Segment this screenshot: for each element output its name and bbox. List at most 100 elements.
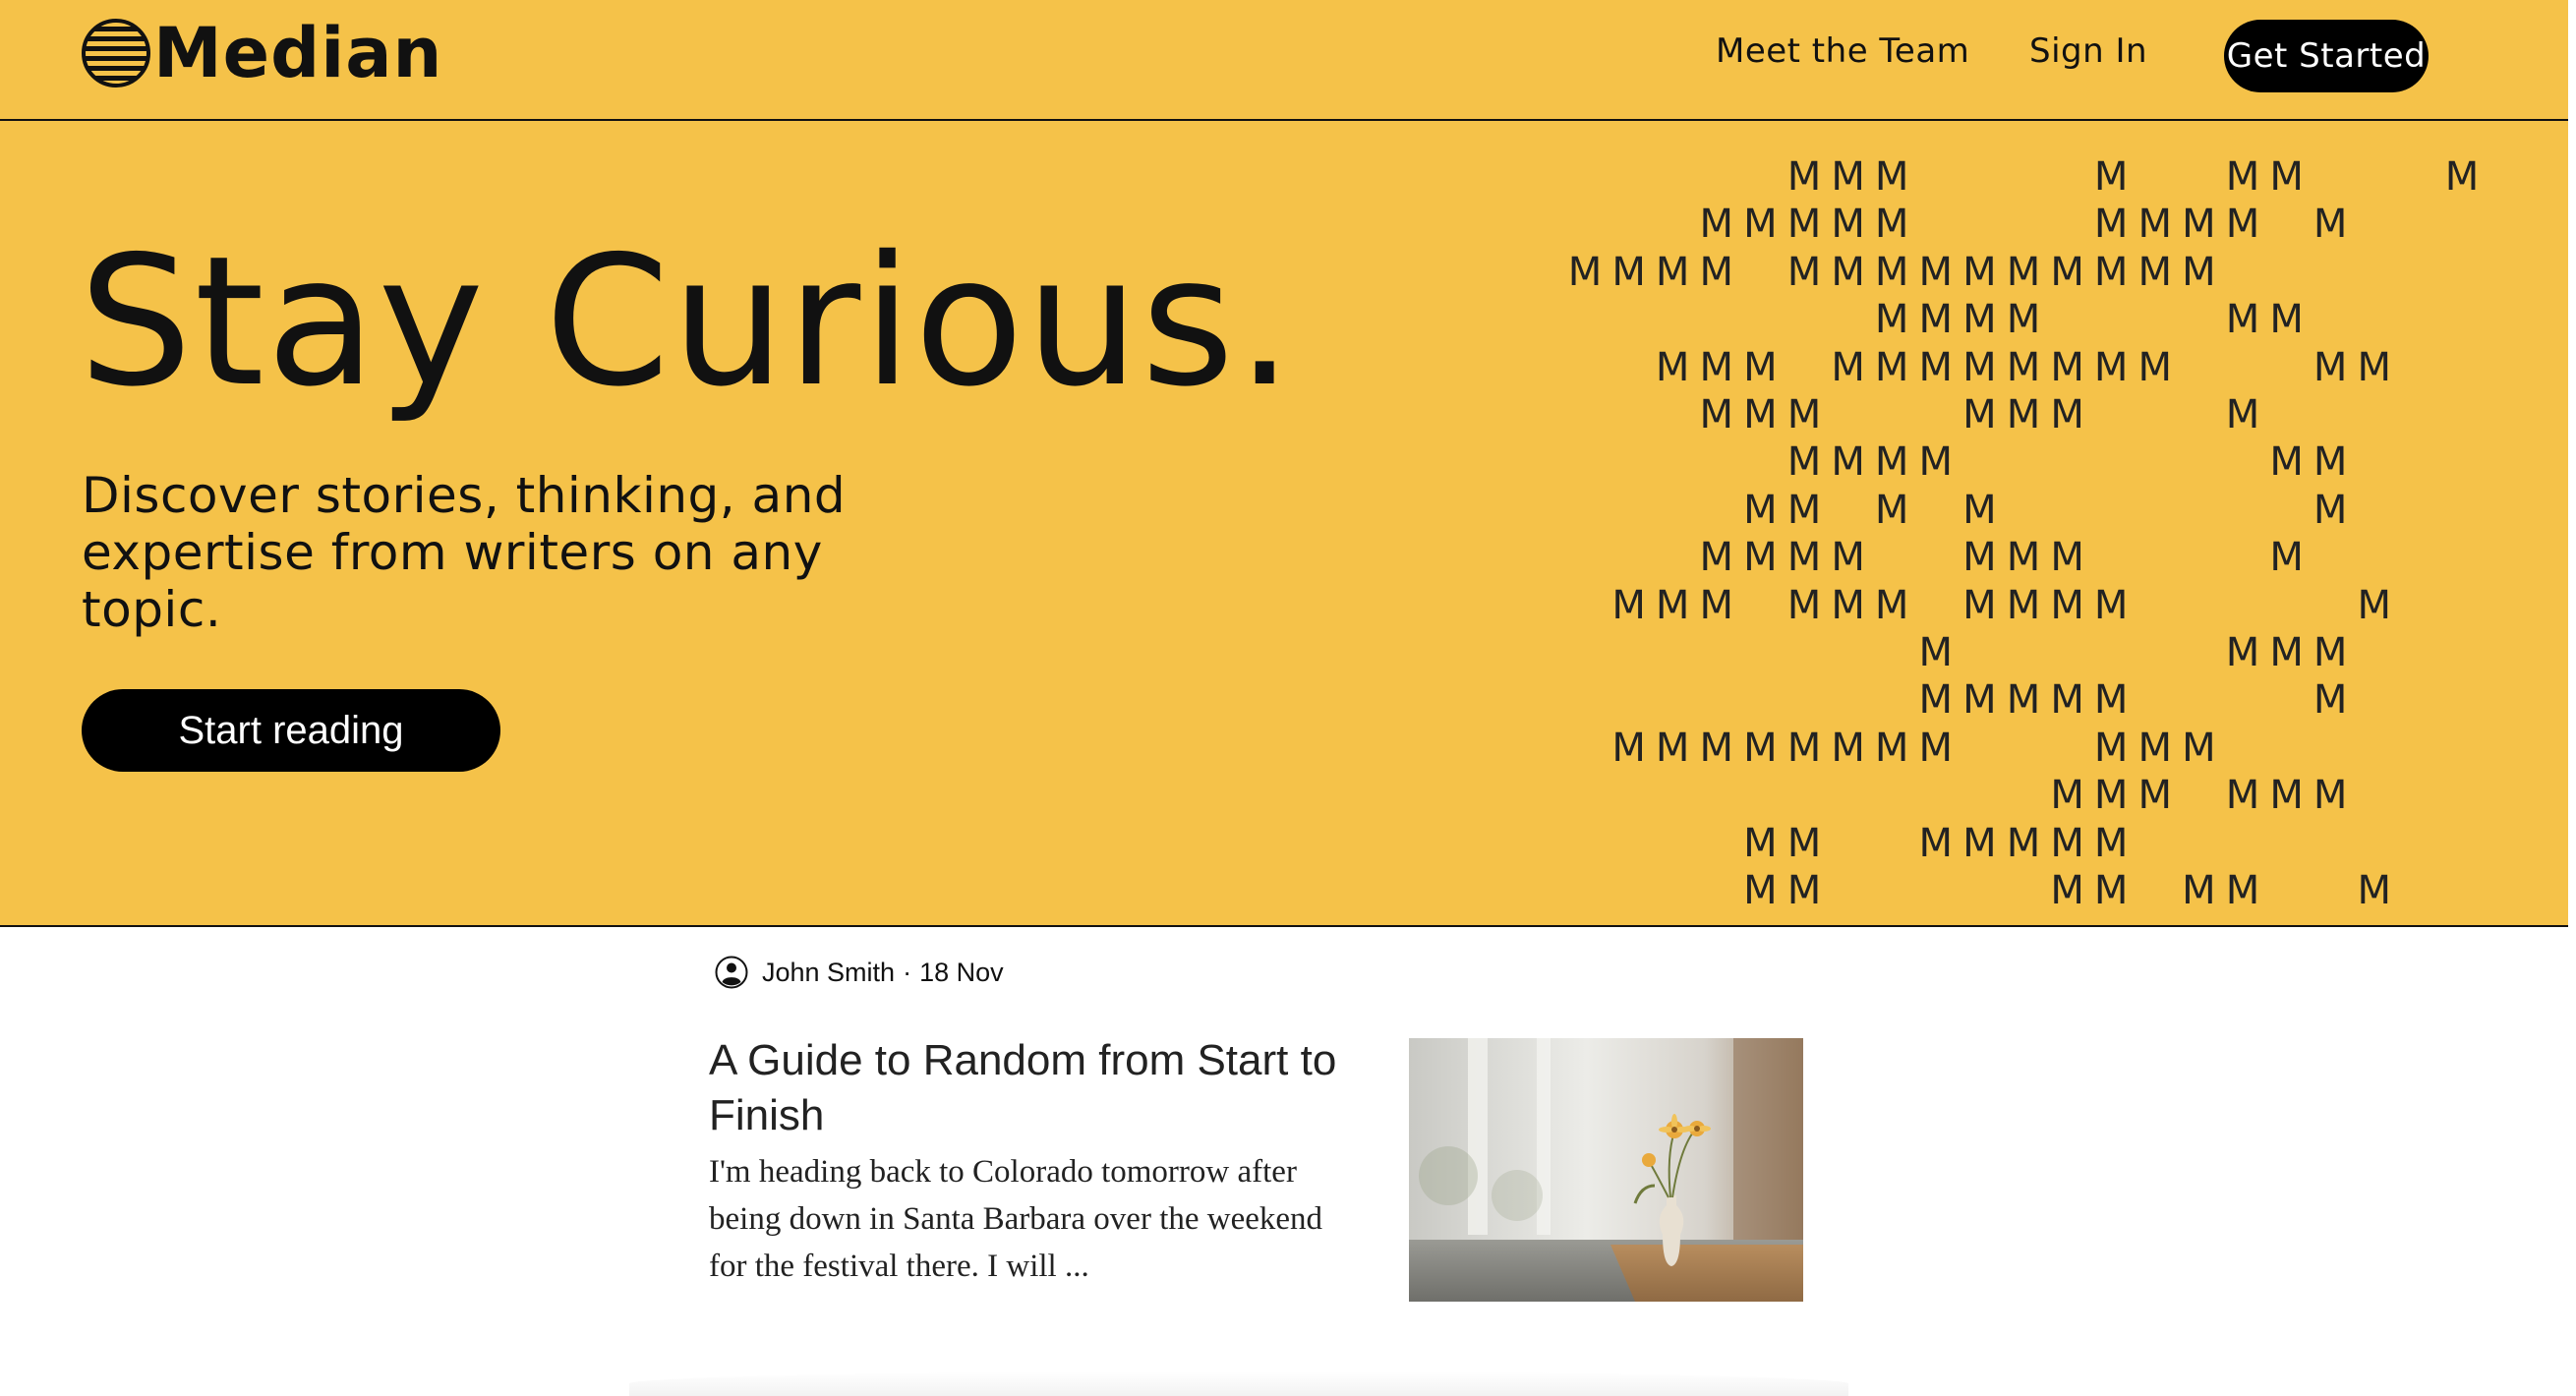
- pattern-letter: M: [1962, 392, 1997, 437]
- pattern-letter: M: [2313, 487, 2348, 533]
- pattern-letter: M: [1962, 820, 1997, 866]
- pattern-letter: M: [2093, 582, 2129, 628]
- pattern-letter: M: [2050, 773, 2084, 819]
- pattern-letter: M: [1786, 487, 1822, 533]
- pattern-letter: M: [2225, 392, 2260, 437]
- pattern-letter: M: [2269, 773, 2304, 819]
- brand-name: Median: [153, 13, 443, 93]
- pattern-letter: M: [2313, 630, 2348, 675]
- pattern-letter: M: [2269, 439, 2304, 486]
- pattern-letter: M: [1655, 344, 1690, 390]
- pattern-letter: M: [1874, 297, 1909, 343]
- pattern-letter: M: [1962, 249, 1997, 295]
- pattern-letter: M: [1786, 535, 1822, 581]
- article-excerpt: I'm heading back to Colorado tomorrow af…: [709, 1154, 1323, 1284]
- pattern-letter: M: [2313, 439, 2348, 486]
- article-author-row: John Smith · 18 Nov: [715, 956, 1004, 989]
- striped-globe-icon: [82, 19, 150, 87]
- article-author[interactable]: John Smith: [762, 958, 895, 988]
- pattern-letter: M: [2313, 773, 2348, 819]
- pattern-letter: M: [1699, 344, 1734, 390]
- article-thumbnail[interactable]: [1409, 1038, 1803, 1302]
- pattern-letter: M: [2225, 297, 2260, 343]
- nav-sign-in[interactable]: Sign In: [2029, 31, 2147, 71]
- article-date: 18 Nov: [919, 957, 1004, 987]
- pattern-letter: M: [1743, 202, 1778, 248]
- pattern-letter: M: [1699, 725, 1734, 771]
- user-avatar-icon[interactable]: [715, 956, 748, 989]
- pattern-letter: M: [2269, 535, 2304, 581]
- hero-divider: [0, 925, 2568, 927]
- pattern-letter: M: [1786, 582, 1822, 628]
- pattern-letter: M: [1918, 820, 1954, 866]
- start-reading-button[interactable]: Start reading: [82, 689, 500, 772]
- pattern-letter: M: [1786, 392, 1822, 437]
- pattern-letter: M: [1655, 725, 1690, 771]
- nav-meet-the-team[interactable]: Meet the Team: [1716, 31, 1969, 71]
- pattern-letter: M: [2093, 725, 2129, 771]
- pattern-letter: M: [1874, 249, 1909, 295]
- pattern-letter: M: [1831, 582, 1865, 628]
- pattern-letter: M: [1743, 487, 1778, 533]
- pattern-letter: M: [2006, 677, 2041, 724]
- pattern-letter: M: [1962, 582, 1997, 628]
- pattern-letter: M: [1918, 249, 1954, 295]
- pattern-letter: M: [1918, 677, 1954, 724]
- pattern-letter: M: [1655, 582, 1690, 628]
- pattern-letter: M: [1918, 344, 1954, 390]
- pattern-letter: M: [2137, 344, 2173, 390]
- pattern-letter: M: [2006, 582, 2041, 628]
- get-started-button[interactable]: Get Started: [2224, 20, 2429, 92]
- brand-logo[interactable]: Median: [81, 18, 442, 88]
- pattern-letter: M: [1786, 249, 1822, 295]
- pattern-letter: M: [2357, 582, 2392, 628]
- pattern-letter: M: [2137, 202, 2173, 248]
- pattern-letter: M: [1611, 582, 1646, 628]
- pattern-letter: M: [2225, 202, 2260, 248]
- pattern-letter: M: [2225, 154, 2260, 200]
- pattern-letter: M: [1699, 202, 1734, 248]
- article-title[interactable]: A Guide to Random from Start to Finish: [709, 1033, 1377, 1143]
- pattern-letter: M: [1874, 487, 1909, 533]
- pattern-letter: M: [2313, 677, 2348, 724]
- pattern-letter: M: [2137, 725, 2173, 771]
- pattern-letter: M: [1743, 725, 1778, 771]
- pattern-letter: M: [1874, 582, 1909, 628]
- pattern-letter: M: [2006, 297, 2041, 343]
- pattern-letter: M: [1962, 297, 1997, 343]
- pattern-letter: M: [1786, 154, 1822, 200]
- pattern-letter: M: [2313, 202, 2348, 248]
- pattern-letter: M: [1743, 392, 1778, 437]
- pattern-letter: M: [1962, 344, 1997, 390]
- pattern-letter: M: [2093, 154, 2129, 200]
- pattern-letter: M: [2050, 344, 2084, 390]
- pattern-letter: M: [2225, 868, 2260, 913]
- pattern-letter: M: [2050, 535, 2084, 581]
- pattern-letter: M: [2006, 535, 2041, 581]
- pattern-letter: M: [2182, 249, 2216, 295]
- pattern-letter: M: [2050, 249, 2084, 295]
- pattern-letter: M: [2269, 630, 2304, 675]
- pattern-letter: M: [1962, 535, 1997, 581]
- pattern-letter: M: [1918, 630, 1954, 675]
- pattern-letter: M: [2093, 773, 2129, 819]
- pattern-letter: M: [2050, 868, 2084, 913]
- pattern-letter: M: [2225, 630, 2260, 675]
- pattern-letter: M: [1918, 439, 1954, 486]
- pattern-letter: M: [2182, 202, 2216, 248]
- pattern-letter: M: [2050, 582, 2084, 628]
- pattern-letter: M: [1786, 439, 1822, 486]
- pattern-letter: M: [2006, 344, 2041, 390]
- pattern-letter: M: [2269, 297, 2304, 343]
- pattern-letter: M: [2357, 868, 2392, 913]
- pattern-letter: M: [1831, 725, 1865, 771]
- pattern-letter: M: [1743, 820, 1778, 866]
- pattern-letter: M: [2093, 344, 2129, 390]
- pattern-letter: M: [2444, 154, 2480, 200]
- hero-title: Stay Curious.: [79, 217, 1296, 426]
- pattern-letter: M: [1831, 344, 1865, 390]
- pattern-letter: M: [2093, 249, 2129, 295]
- pattern-letter: M: [2050, 820, 2084, 866]
- pattern-letter: M: [1699, 582, 1734, 628]
- page-edge: [2568, 0, 2576, 1396]
